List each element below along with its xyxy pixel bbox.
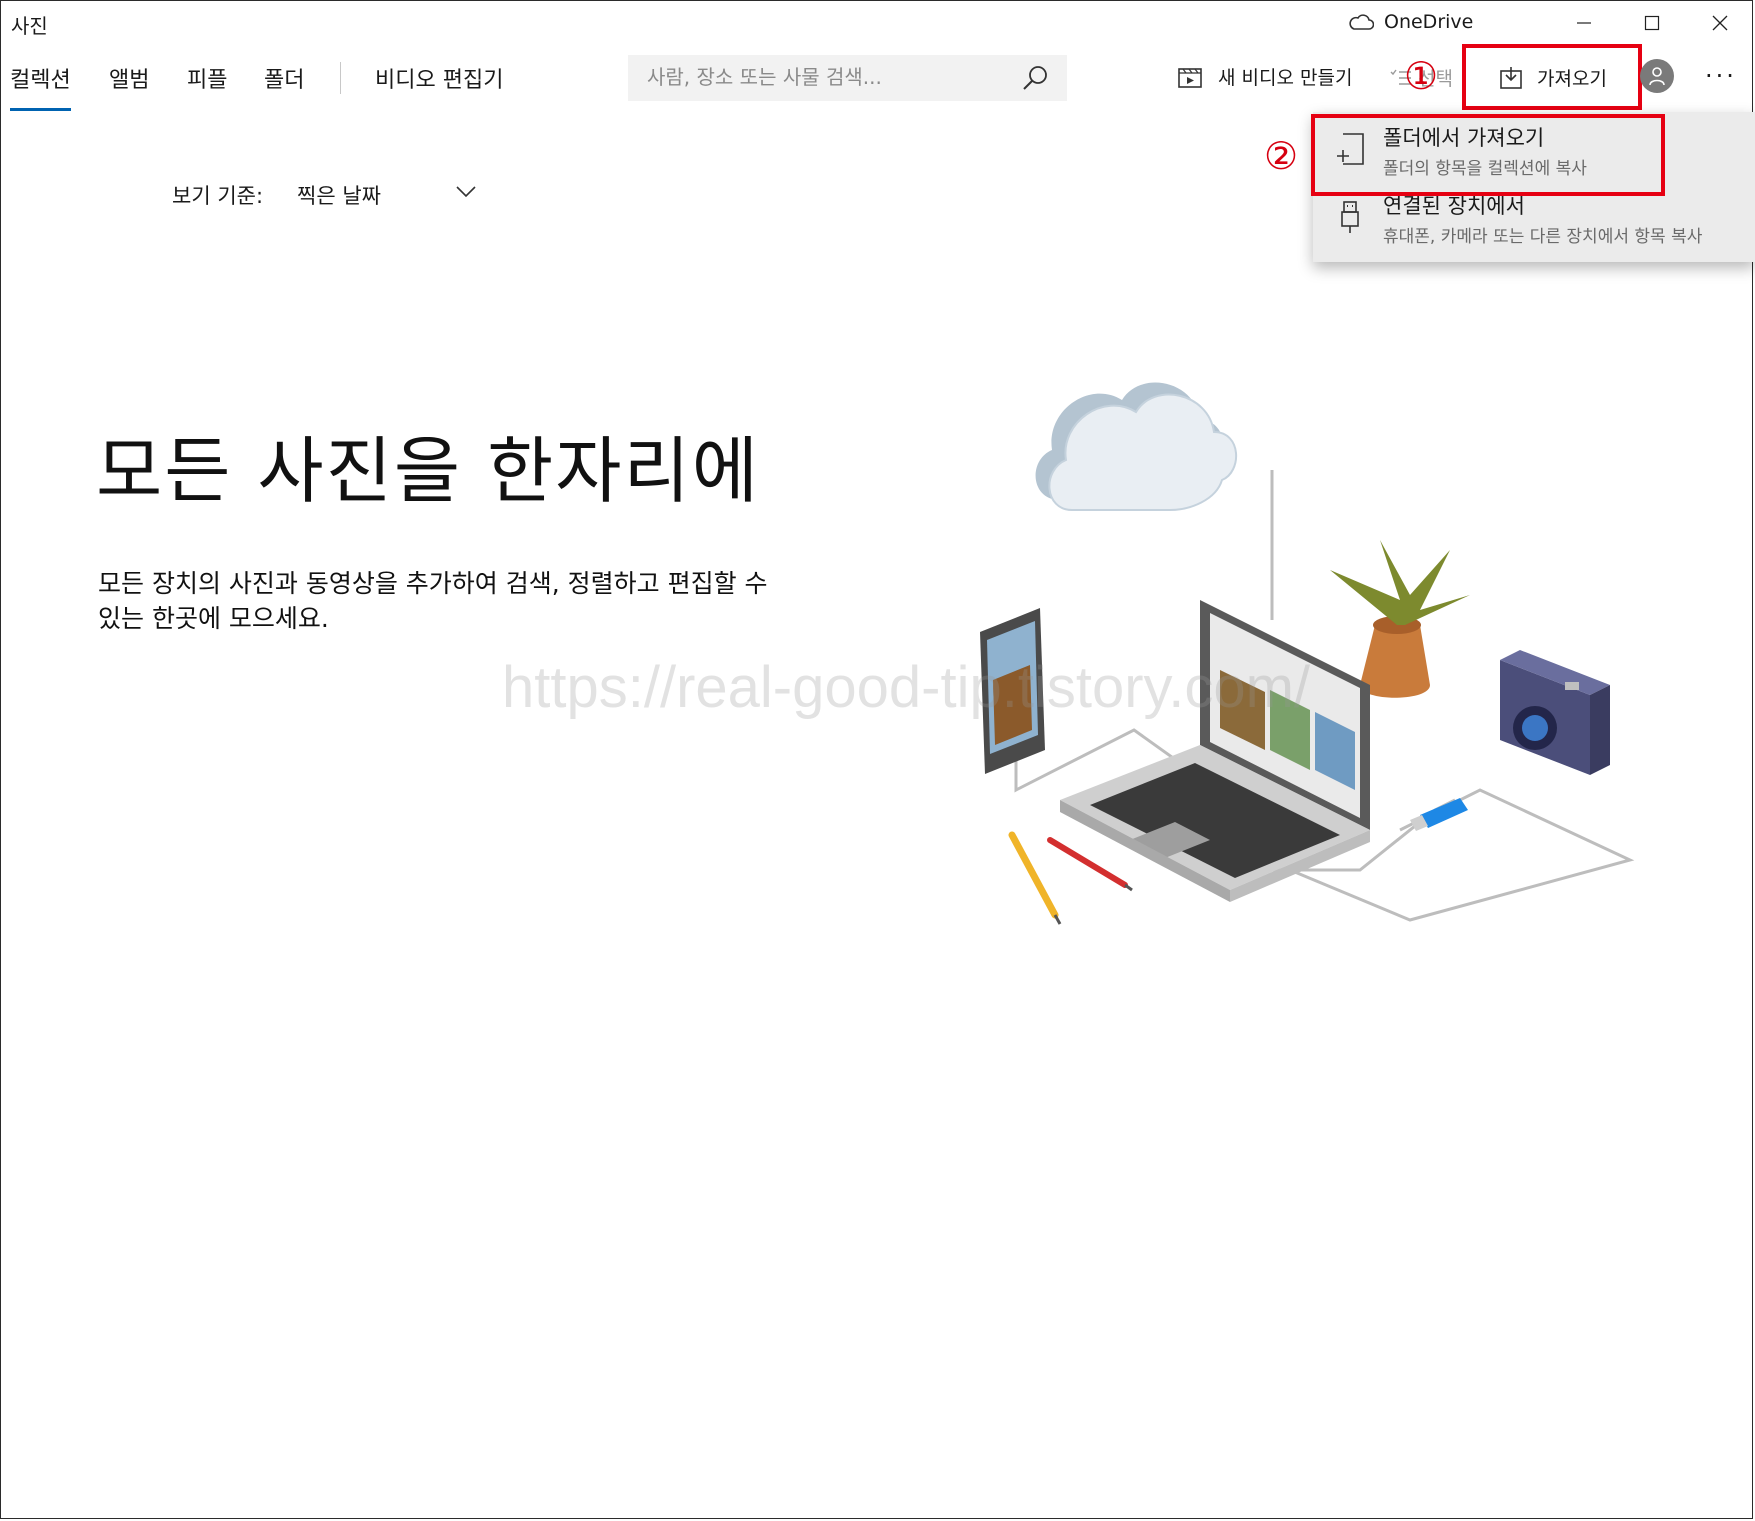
hero-title: 모든 사진을 한자리에 [96,429,760,513]
maximize-button[interactable] [1618,0,1686,46]
app-title: 사진 [11,14,48,38]
usb-icon [1341,201,1359,233]
new-video-button[interactable]: 새 비디오 만들기 [1178,63,1352,90]
tab-video-editor[interactable]: 비디오 편집기 [375,62,503,102]
new-video-label: 새 비디오 만들기 [1218,67,1353,89]
view-by-label: 보기 기준: [172,184,264,208]
tab-collection[interactable]: 컬렉션 [10,62,71,111]
laptop-icon [1060,600,1370,902]
search-icon[interactable] [1021,64,1049,92]
plant-icon [1330,540,1470,698]
folder-import-highlight-box [1311,114,1665,196]
watermark: https://real-good-tip.tistory.com/ [502,655,1311,720]
search-box[interactable] [628,55,1067,101]
import-button[interactable]: 가져오기 [1499,64,1607,91]
nav-divider [340,62,341,94]
step-1-marker: ① [1404,54,1439,98]
avatar[interactable] [1640,59,1674,93]
tab-people[interactable]: 피플 [187,62,227,102]
import-icon [1500,66,1522,89]
user-icon [1649,67,1665,86]
cloud-icon [1035,382,1237,511]
pen-icon [1047,837,1133,892]
more-icon: ··· [1705,62,1737,90]
step-2-marker: ② [1264,134,1299,178]
tab-folders[interactable]: 폴더 [264,62,304,102]
search-input[interactable] [647,55,1007,99]
devices-illustration [980,382,1635,925]
more-options-button[interactable]: ··· [1705,62,1737,90]
maximize-icon [1644,15,1660,31]
chevron-down-icon[interactable] [456,186,476,198]
onedrive-button[interactable]: OneDrive [1348,11,1473,33]
close-icon [1712,15,1728,31]
import-label: 가져오기 [1537,68,1607,90]
onedrive-label: OneDrive [1384,11,1474,33]
close-button[interactable] [1686,0,1754,46]
cloud-icon [1349,14,1374,30]
tab-albums[interactable]: 앨범 [109,62,149,102]
view-by-select[interactable]: 찍은 날짜 [297,180,381,210]
camera-icon [1500,650,1610,775]
hero-description: 모든 장치의 사진과 동영상을 추가하여 검색, 정렬하고 편집할 수 있는 한… [98,569,768,633]
minimize-button[interactable] [1550,0,1618,46]
menu-item-subtitle: 휴대폰, 카메라 또는 다른 장치에서 항목 복사 [1383,227,1703,247]
video-icon [1178,67,1202,88]
pencil-icon [1008,831,1062,925]
minimize-icon [1577,22,1591,24]
usb-stick-icon [1410,798,1468,831]
